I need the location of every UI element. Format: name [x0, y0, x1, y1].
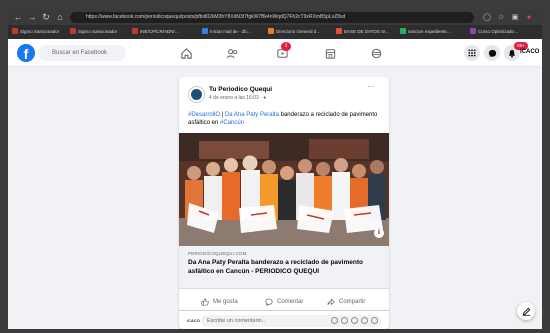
emoji-icon[interactable] [331, 317, 338, 324]
bookmark-item[interactable]: Sigmo Sancionador [70, 27, 128, 37]
tab-marketplace[interactable] [312, 39, 348, 67]
bookmark-favicon-icon [132, 28, 138, 34]
bookmark-item[interactable]: sancion expediente… [400, 27, 466, 37]
camera-icon[interactable] [341, 317, 348, 324]
like-button[interactable]: Me gusta [201, 295, 238, 309]
extensions-icon[interactable]: ◯ [482, 12, 492, 23]
bookmark-favicon-icon [70, 28, 76, 34]
post-text: #DesarrollO | Da Ana Paty Peralta bander… [188, 112, 378, 126]
hashtag-link[interactable]: #Cancún [220, 120, 244, 126]
facebook-page: f Buscar en Facebook 1 99+ ICACO Tu Peri… [8, 39, 542, 329]
url-field[interactable]: https://www.facebook.com/periodicoquequi… [70, 12, 474, 23]
gaming-icon [371, 48, 381, 58]
sticker-icon[interactable] [361, 317, 368, 324]
hashtag-link[interactable]: #DesarrollO [188, 112, 220, 118]
more-options-icon[interactable]: ··· [365, 83, 377, 92]
forward-icon[interactable]: → [26, 12, 38, 23]
post-card: Tu Periodico Quequi 4 de enero a las 16:… [179, 77, 389, 329]
friends-icon [226, 48, 237, 58]
facebook-header: f Buscar en Facebook 1 99+ ICACO [8, 39, 542, 67]
post-photo[interactable] [179, 133, 389, 246]
reload-icon[interactable]: ↻ [40, 12, 52, 23]
tab-gaming[interactable] [358, 39, 394, 67]
bookmark-favicon-icon [12, 28, 18, 34]
collections-icon[interactable]: ▣ [510, 12, 520, 23]
bookmark-item[interactable]: BASE DE DATOS SI… [336, 27, 396, 37]
thumbs-up-icon [201, 298, 209, 306]
post-timestamp[interactable]: 4 de enero a las 16:03 · ● [209, 95, 266, 101]
commenter-avatar[interactable]: ICACO [187, 316, 200, 326]
tab-home[interactable] [168, 39, 204, 67]
comment-button[interactable]: Comentar [265, 295, 303, 309]
tab-watch[interactable]: 1 [264, 39, 300, 67]
bookmark-item[interactable]: Curso Optimizado… [470, 27, 538, 37]
bookmark-item[interactable]: Sigmo Sancionador [12, 27, 66, 37]
share-icon [327, 298, 335, 306]
bookmark-item[interactable]: Iniciar mail de - 2b… [202, 27, 264, 37]
post-page-name[interactable]: Tu Periodico Quequi [209, 86, 272, 93]
link-domain: PERIODICOQUEQUI.COM [188, 251, 247, 256]
like-label: Me gusta [213, 299, 238, 305]
compose-icon [522, 307, 530, 316]
grid-menu-icon [468, 49, 476, 57]
comment-label: Comentar [277, 299, 304, 305]
messenger-icon [488, 49, 496, 57]
bookmark-favicon-icon [202, 28, 208, 34]
mention-link[interactable]: Da Ana Paty Peralta [225, 112, 279, 118]
messenger-button[interactable] [484, 45, 500, 61]
globe-icon: ● [263, 95, 267, 101]
watch-badge: 1 [281, 42, 291, 51]
menu-button[interactable] [464, 45, 480, 61]
bookmark-favicon-icon [336, 28, 342, 34]
link-title: Da Ana Paty Peralta banderazo a reciclad… [188, 259, 363, 275]
marketplace-icon [325, 48, 335, 59]
link-preview[interactable]: PERIODICOQUEQUI.COM Da Ana Paty Peralta … [179, 246, 389, 289]
tab-friends[interactable] [214, 39, 250, 67]
gif-icon[interactable] [351, 317, 358, 324]
bell-icon [508, 49, 516, 58]
photo-group-people [179, 133, 389, 246]
favorites-icon[interactable]: ☆ [496, 12, 506, 23]
back-icon[interactable]: ← [12, 12, 24, 23]
info-icon[interactable]: i [374, 228, 384, 238]
address-bar-row: ← → ↻ ⌂ ● https://www.facebook.com/perio… [8, 10, 542, 25]
bookmarks-bar: Sigmo Sancionador Sigmo Sancionador INE/… [8, 25, 542, 39]
home-icon [180, 47, 192, 59]
profile-icon[interactable]: ● [524, 12, 534, 23]
attach-icon[interactable] [371, 317, 378, 324]
search-input[interactable]: Buscar en Facebook [38, 45, 126, 61]
post-actions: Me gusta Comentar Compartir [179, 295, 389, 311]
browser-chrome: ← → ↻ ⌂ ● https://www.facebook.com/perio… [8, 10, 542, 39]
bookmark-favicon-icon [470, 28, 476, 34]
bookmark-item[interactable]: INE/CP/CR/ADN/… [132, 27, 198, 37]
comment-icon [265, 298, 273, 306]
page-avatar-image [191, 89, 202, 100]
bookmark-item[interactable]: Directorio General d… [268, 27, 332, 37]
facebook-logo-icon[interactable]: f [17, 44, 35, 62]
comment-composer: ICACO Escribe un comentario... [179, 313, 389, 329]
share-label: Compartir [339, 299, 366, 305]
home-icon[interactable]: ⌂ [54, 12, 66, 23]
share-button[interactable]: Compartir [327, 295, 365, 309]
page-avatar[interactable] [188, 86, 205, 103]
bookmark-favicon-icon [268, 28, 274, 34]
new-message-button[interactable] [517, 302, 535, 320]
bookmark-favicon-icon [400, 28, 406, 34]
profile-name[interactable]: ICACO [520, 49, 539, 55]
